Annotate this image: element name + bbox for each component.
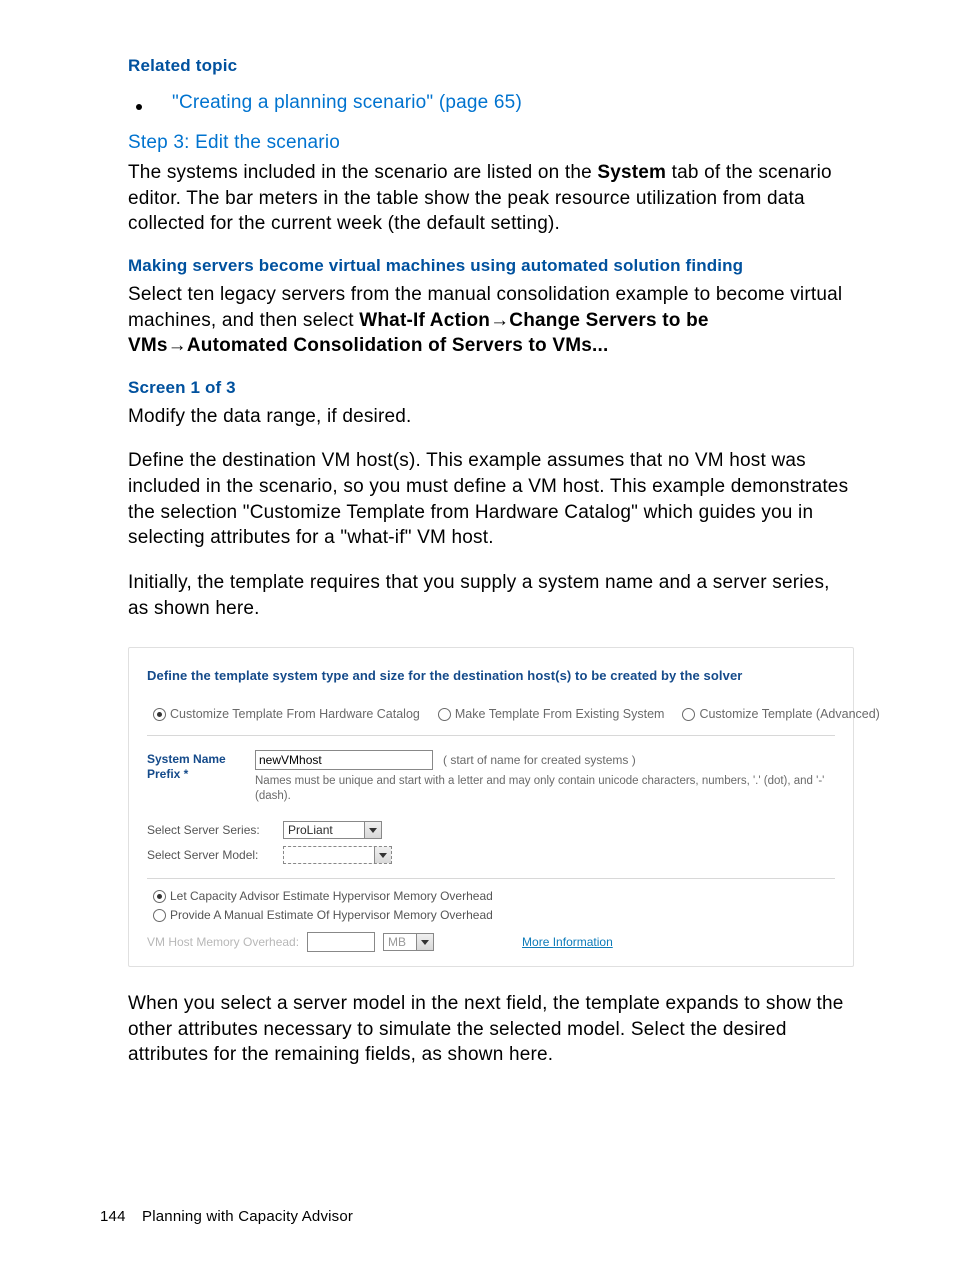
template-dialog: Define the template system type and size… xyxy=(128,647,854,967)
divider xyxy=(147,878,835,879)
step3-heading: Step 3: Edit the scenario xyxy=(128,132,854,154)
text-fragment: The systems included in the scenario are… xyxy=(128,162,597,183)
template-source-radios: Customize Template From Hardware Catalog… xyxy=(147,707,835,721)
footer-label: Planning with Capacity Advisor xyxy=(142,1208,353,1225)
server-select-block: Select Server Series: ProLiant Select Se… xyxy=(147,821,835,864)
page-footer: 144 Planning with Capacity Advisor xyxy=(100,1208,353,1225)
server-model-label: Select Server Model: xyxy=(147,848,277,862)
radio-label: Make Template From Existing System xyxy=(455,707,665,721)
related-topic-bullet: "Creating a planning scenario" (page 65) xyxy=(128,92,854,114)
para-select-ten: Select ten legacy servers from the manua… xyxy=(128,282,854,359)
related-topic-link[interactable]: "Creating a planning scenario" (page 65) xyxy=(172,92,522,114)
system-name-hint: ( start of name for created systems ) xyxy=(443,753,636,767)
bold-automated: Automated Consolidation of Servers to VM… xyxy=(187,335,609,356)
screen1-heading: Screen 1 of 3 xyxy=(128,378,854,398)
system-name-rules: Names must be unique and start with a le… xyxy=(255,774,835,803)
arrow-icon: → xyxy=(168,335,187,356)
para-modify-range: Modify the data range, if desired. xyxy=(128,404,854,430)
divider xyxy=(147,735,835,736)
bold-whatif: What-If Action xyxy=(359,310,490,331)
radio-existing-system[interactable]: Make Template From Existing System xyxy=(438,707,665,721)
radio-icon xyxy=(153,909,166,922)
radio-estimate-overhead[interactable]: Let Capacity Advisor Estimate Hypervisor… xyxy=(153,889,835,903)
chevron-down-icon xyxy=(416,934,433,950)
dialog-title: Define the template system type and size… xyxy=(147,668,835,683)
radio-icon xyxy=(153,890,166,903)
page-number: 144 xyxy=(100,1208,126,1225)
arrow-icon: → xyxy=(490,310,509,331)
server-series-label: Select Server Series: xyxy=(147,823,277,837)
para-initially: Initially, the template requires that yo… xyxy=(128,570,854,621)
radio-customize-advanced[interactable]: Customize Template (Advanced) xyxy=(682,707,879,721)
system-name-input[interactable] xyxy=(255,750,433,770)
radio-label: Provide A Manual Estimate Of Hypervisor … xyxy=(170,908,493,922)
chevron-down-icon xyxy=(374,847,391,863)
making-servers-heading: Making servers become virtual machines u… xyxy=(128,256,854,276)
system-name-row: System Name Prefix * ( start of name for… xyxy=(147,750,835,803)
para-after-dialog: When you select a server model in the ne… xyxy=(128,991,854,1068)
select-value xyxy=(284,847,374,863)
para-scenario-systems: The systems included in the scenario are… xyxy=(128,160,854,237)
radio-icon xyxy=(438,708,451,721)
para-define-dest: Define the destination VM host(s). This … xyxy=(128,448,854,551)
bullet-icon xyxy=(136,104,142,110)
radio-icon xyxy=(153,708,166,721)
chevron-down-icon xyxy=(364,822,381,838)
memory-overhead-block: Let Capacity Advisor Estimate Hypervisor… xyxy=(147,889,835,952)
select-value: MB xyxy=(384,934,416,950)
radio-label: Let Capacity Advisor Estimate Hypervisor… xyxy=(170,889,493,903)
server-model-select[interactable] xyxy=(283,846,392,864)
radio-icon xyxy=(682,708,695,721)
more-information-link[interactable]: More Information xyxy=(522,935,613,949)
bold-system: System xyxy=(597,162,666,183)
related-topic-heading: Related topic xyxy=(128,56,854,76)
radio-label: Customize Template (Advanced) xyxy=(699,707,879,721)
radio-manual-overhead[interactable]: Provide A Manual Estimate Of Hypervisor … xyxy=(153,908,835,922)
memory-overhead-input[interactable] xyxy=(307,932,375,952)
system-name-label: System Name Prefix * xyxy=(147,750,245,782)
memory-unit-select[interactable]: MB xyxy=(383,933,434,951)
radio-customize-catalog[interactable]: Customize Template From Hardware Catalog xyxy=(153,707,420,721)
server-series-select[interactable]: ProLiant xyxy=(283,821,382,839)
memory-overhead-label: VM Host Memory Overhead: xyxy=(147,935,299,949)
radio-label: Customize Template From Hardware Catalog xyxy=(170,707,420,721)
select-value: ProLiant xyxy=(284,822,364,838)
